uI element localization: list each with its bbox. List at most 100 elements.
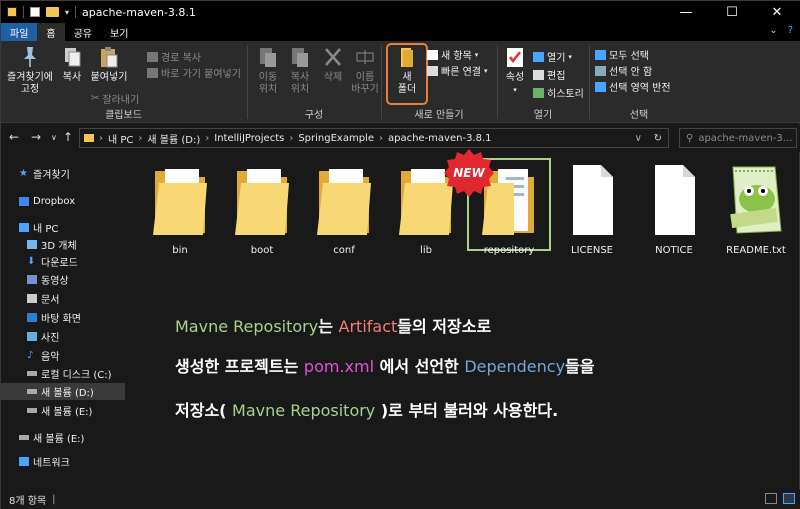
- back-arrow-icon[interactable]: ←: [9, 130, 19, 144]
- network-icon: [19, 457, 29, 466]
- sidebar-item-videos[interactable]: 동영상: [1, 271, 125, 288]
- select-none-button[interactable]: 선택 안 함: [595, 63, 652, 78]
- select-all-button[interactable]: 모두 선택: [595, 47, 649, 62]
- breadcrumb-item[interactable]: IntelliJProjects: [214, 133, 284, 144]
- dropbox-icon: [19, 197, 29, 206]
- up-arrow-icon[interactable]: ↑: [63, 130, 73, 144]
- sidebar-item-local-disk-c[interactable]: 로컬 디스크 (C:): [1, 365, 125, 382]
- breadcrumb-item[interactable]: SpringExample: [298, 133, 374, 144]
- recent-chevron-icon[interactable]: ∨: [51, 133, 57, 142]
- file-item-folder[interactable]: conf: [305, 161, 383, 256]
- invert-selection-button[interactable]: 선택 영역 반전: [595, 79, 671, 94]
- sidebar-item-this-pc[interactable]: 내 PC: [1, 219, 125, 236]
- blank-file-icon: [573, 165, 613, 235]
- sidebar-item-desktop[interactable]: 바탕 화면: [1, 309, 125, 326]
- folder-icon: [317, 169, 371, 235]
- file-name: conf: [333, 245, 355, 256]
- cut-button[interactable]: ✂ 잘라내기: [91, 91, 139, 106]
- help-icon[interactable]: ?: [788, 25, 793, 36]
- sidebar-item-documents[interactable]: 문서: [1, 290, 125, 307]
- status-bar: 8개 항목 |: [1, 489, 800, 509]
- easy-access-button[interactable]: 빠른 연결 ▾: [427, 63, 488, 78]
- forward-arrow-icon[interactable]: →: [31, 130, 41, 144]
- new-item-button[interactable]: 새 항목 ▾: [427, 47, 478, 62]
- sidebar-item-3d-objects[interactable]: 3D 개체: [1, 236, 125, 253]
- close-button[interactable]: ✕: [754, 1, 800, 23]
- tab-file[interactable]: 파일: [1, 23, 38, 41]
- separator: [589, 45, 590, 119]
- group-open: 속성 ▾ 열기 ▾ 편집 히스토리 열기: [499, 41, 587, 123]
- pin-to-quick-access-button[interactable]: 즐겨찾기에 고정: [5, 45, 55, 96]
- sidebar-item-label: 즐겨찾기: [33, 170, 70, 181]
- properties-button[interactable]: 속성 ▾: [501, 45, 529, 96]
- navigation-pane: ★ 즐겨찾기 Dropbox 내 PC 3D 개체 ⬇ 다운로드 동영상 문서 바탕…: [1, 157, 125, 487]
- breadcrumb[interactable]: › 내 PC › 새 볼륨 (D:) › IntelliJProjects › …: [79, 128, 669, 148]
- caption-line-2: 생성한 프로젝트는 pom.xml 에서 선언한 Dependency들을: [175, 353, 800, 377]
- copy-button[interactable]: 복사: [59, 45, 85, 84]
- properties-quick-icon[interactable]: [30, 7, 40, 17]
- copy-path-icon: [147, 51, 158, 62]
- file-item-folder[interactable]: boot: [223, 161, 301, 256]
- separator: [381, 45, 382, 119]
- move-to-button[interactable]: 이동 위치: [253, 45, 283, 96]
- sidebar-item-label: 네트워크: [33, 458, 70, 469]
- caption-text: 들을: [565, 357, 595, 376]
- drive-icon: [27, 371, 37, 376]
- chevron-down-icon[interactable]: ∨: [635, 133, 642, 144]
- tab-share[interactable]: 공유: [65, 23, 101, 41]
- file-item-notice[interactable]: NOTICE: [635, 161, 713, 256]
- separator: [23, 6, 24, 18]
- maximize-button[interactable]: ☐: [709, 1, 755, 23]
- sidebar-item-quick-access[interactable]: ★ 즐겨찾기: [1, 165, 125, 182]
- sidebar-item-downloads[interactable]: ⬇ 다운로드: [1, 253, 125, 270]
- rename-label: 이름 바꾸기: [351, 72, 379, 95]
- separator: [75, 6, 77, 18]
- chevron-down-icon[interactable]: ▾: [65, 8, 69, 17]
- new-folder-quick-icon[interactable]: [46, 7, 59, 17]
- sidebar-item-volume-e[interactable]: 새 볼륨 (E:): [1, 402, 125, 419]
- window-title: apache-maven-3.8.1: [82, 5, 196, 19]
- tab-home[interactable]: 홈: [37, 23, 65, 41]
- copy-path-button[interactable]: 경로 복사: [147, 49, 201, 64]
- file-item-license[interactable]: LICENSE: [553, 161, 631, 256]
- select-all-label: 모두 선택: [609, 51, 649, 62]
- group-organize: 이동 위치 복사 위치 삭제 이름 바꾸기 구성: [249, 41, 379, 123]
- scissors-icon: ✂: [91, 93, 100, 104]
- sidebar-item-volume-e-root[interactable]: 새 볼륨 (E:): [1, 429, 125, 446]
- sidebar-item-music[interactable]: ♪ 음악: [1, 347, 125, 364]
- new-folder-button[interactable]: 새 폴더: [391, 45, 423, 96]
- sidebar-item-pictures[interactable]: 사진: [1, 328, 125, 345]
- paste-icon: [101, 47, 118, 68]
- details-view-icon[interactable]: [765, 493, 777, 504]
- refresh-icon[interactable]: ↻: [654, 133, 662, 144]
- breadcrumb-item[interactable]: apache-maven-3.8.1: [388, 133, 492, 144]
- minimize-button[interactable]: —: [663, 1, 709, 23]
- file-item-folder[interactable]: bin: [141, 161, 219, 256]
- paste-button[interactable]: 붙여넣기: [89, 45, 129, 84]
- tab-view[interactable]: 보기: [101, 23, 137, 41]
- large-icons-view-icon[interactable]: [783, 493, 795, 504]
- copy-icon: [65, 48, 81, 67]
- search-input[interactable]: ⚲ apache-maven-3...: [679, 128, 797, 148]
- rename-button[interactable]: 이름 바꾸기: [349, 45, 381, 96]
- copy-to-button[interactable]: 복사 위치: [285, 45, 315, 96]
- separator: |: [52, 494, 56, 505]
- history-button[interactable]: 히스토리: [533, 85, 584, 100]
- edit-button[interactable]: 편집: [533, 67, 565, 82]
- video-icon: [27, 275, 37, 284]
- sidebar-item-network[interactable]: 네트워크: [1, 453, 125, 470]
- sidebar-item-label: 동영상: [41, 276, 69, 287]
- sidebar-item-volume-d[interactable]: 새 볼륨 (D:): [1, 383, 125, 400]
- caption-text: 저장소(: [175, 401, 233, 420]
- delete-button[interactable]: 삭제: [321, 45, 345, 84]
- expand-ribbon-icon[interactable]: ⌄: [769, 25, 777, 36]
- sidebar-item-dropbox[interactable]: Dropbox: [1, 193, 125, 210]
- chevron-down-icon: ▾: [568, 52, 572, 61]
- open-button[interactable]: 열기 ▾: [533, 49, 572, 64]
- breadcrumb-item[interactable]: 새 볼륨 (D:): [147, 131, 200, 146]
- file-item-readme[interactable]: README.txt: [717, 161, 795, 256]
- search-icon: ⚲: [686, 132, 694, 144]
- paste-shortcut-button[interactable]: 바로 가기 붙여넣기: [147, 65, 241, 80]
- breadcrumb-item[interactable]: 내 PC: [108, 131, 133, 146]
- easy-access-icon: [427, 65, 438, 76]
